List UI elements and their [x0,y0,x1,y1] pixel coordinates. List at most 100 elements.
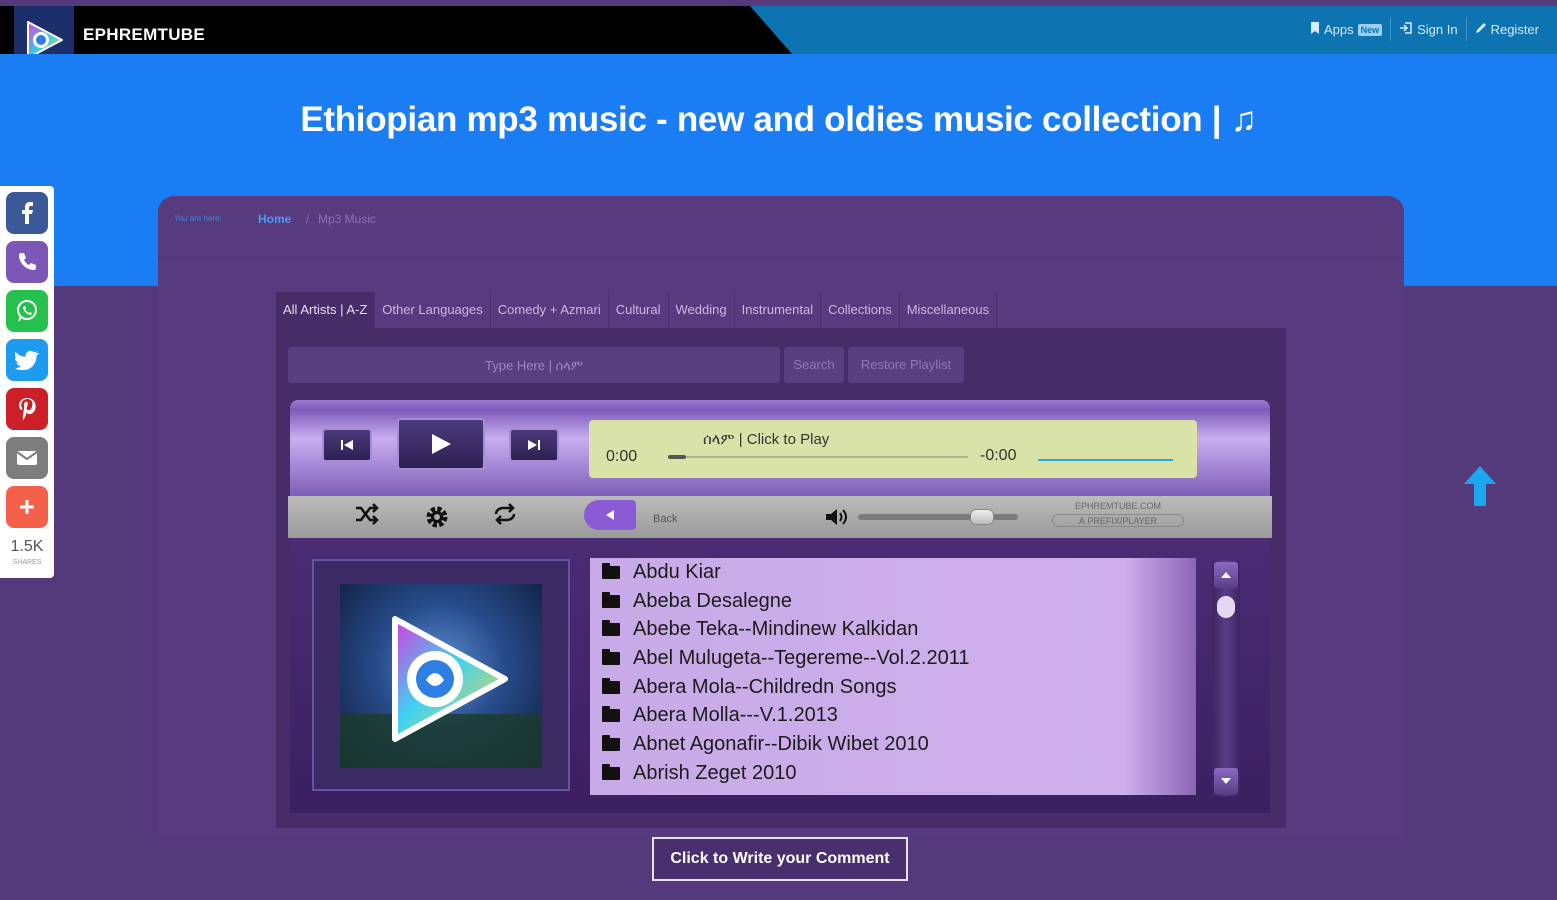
scroll-down-button[interactable] [1214,768,1238,794]
email-share-button[interactable] [6,437,48,479]
share-label: SHARES [12,559,42,566]
list-item[interactable]: Abebe Teka--Mindinew Kalkidan [590,615,1196,644]
nav-apps-label: Apps [1323,22,1354,37]
tab-comedy-azmari[interactable]: Comedy + Azmari [490,292,609,328]
top-navbar: EPHREMTUBE Apps New Sign In Register [0,6,1557,54]
now-playing-title[interactable]: ሰላም | Click to Play [703,431,829,448]
shuffle-icon [356,503,379,525]
tab-other-languages[interactable]: Other Languages [375,292,491,328]
list-item[interactable]: Abrish Zeget 2010 [590,759,1196,788]
list-item[interactable]: Abera Mola--Childredn Songs [590,673,1196,702]
skip-back-icon [341,440,353,450]
artist-name: Abrish Zeget 2010 [633,761,797,784]
speaker-icon [826,509,847,525]
tab-cultural[interactable]: Cultural [608,292,669,328]
share-count: 1.5K [10,538,44,555]
tab-instrumental[interactable]: Instrumental [734,292,822,328]
back-button[interactable] [584,500,636,530]
artist-list: Abdu Kiar Abeba Desalegne Abebe Teka--Mi… [590,558,1196,795]
settings-button[interactable] [422,503,452,538]
folder-icon [602,677,620,694]
breadcrumb-home-link[interactable]: Home [258,212,291,226]
tab-wedding[interactable]: Wedding [668,292,735,328]
folder-icon [602,648,620,665]
time-remaining: -0:00 [980,447,1017,464]
list-item[interactable]: Abel Mulugeta--Tegereme--Vol.2.2011 [590,644,1196,673]
volume-slider[interactable] [858,514,1018,520]
nav-signin-link[interactable]: Sign In [1390,18,1465,41]
list-item[interactable]: Abnet Agonafir--Dibik Wibet 2010 [590,730,1196,759]
viber-share-button[interactable] [6,241,48,283]
folder-icon [602,620,620,637]
tab-miscellaneous[interactable]: Miscellaneous [899,292,998,328]
seek-handle[interactable] [668,455,686,459]
page-title: Ethiopian mp3 music - new and oldies mus… [300,100,1257,139]
chevron-up-icon [1221,572,1231,578]
nav-signin-label: Sign In [1417,22,1458,37]
gear-icon [426,506,448,528]
facebook-share-button[interactable] [6,192,48,234]
volume-knob[interactable] [970,509,994,525]
plus-icon [20,500,34,514]
list-item[interactable]: Abdu Kiar [590,558,1196,587]
nav-register-label: Register [1490,22,1539,37]
previous-button[interactable] [322,428,372,462]
volume-button[interactable] [822,506,852,534]
seek-track[interactable] [668,456,968,458]
time-elapsed: 0:00 [606,448,638,465]
social-share-bar [0,186,54,578]
folder-icon [602,591,620,608]
category-tabs: All Artists | A-Z Other Languages Comedy… [276,292,998,328]
triangle-left-icon [606,510,614,520]
sign-in-icon [1399,22,1413,37]
artist-name: Abera Molla---V.1.2013 [633,704,838,727]
twitter-share-button[interactable] [6,339,48,381]
repeat-button[interactable] [490,503,520,532]
back-label: Back [653,513,678,525]
nav-apps-link[interactable]: Apps New [1302,18,1390,41]
search-button[interactable]: Search [784,347,844,383]
artist-name: Abdu Kiar [633,560,721,583]
artist-name: Abnet Agonafir--Dibik Wibet 2010 [633,732,929,755]
now-playing-display [589,420,1197,478]
pinterest-share-button[interactable] [6,388,48,430]
pencil-icon [1475,22,1487,37]
list-item[interactable]: Abera Molla---V.1.2013 [590,701,1196,730]
shuffle-button[interactable] [352,503,382,532]
album-art [340,584,542,768]
visualizer-line [1038,459,1173,461]
next-button[interactable] [509,428,559,462]
phone-icon [19,253,36,270]
artist-name: Abera Mola--Childredn Songs [633,675,897,698]
arrow-up-icon [1464,466,1496,506]
tab-collections[interactable]: Collections [821,292,900,328]
whatsapp-share-button[interactable] [6,290,48,332]
folder-icon [602,706,620,723]
pinterest-icon [19,398,36,421]
more-share-button[interactable] [6,486,48,528]
folder-icon [602,562,620,579]
site-tag: EPHREMTUBE.COM A.PREFIX/PLAYER [1052,500,1184,527]
folder-icon [602,734,620,751]
site-tag-sub: A.PREFIX/PLAYER [1052,514,1184,527]
restore-playlist-button[interactable]: Restore Playlist [848,347,964,383]
twitter-icon [15,350,39,370]
artist-name: Abel Mulugeta--Tegereme--Vol.2.2011 [633,646,970,669]
brand-name[interactable]: EPHREMTUBE [83,25,205,45]
search-input[interactable] [288,347,780,383]
scroll-thumb[interactable] [1217,596,1235,618]
play-button[interactable] [397,418,485,470]
artist-name: Abeba Desalegne [633,589,793,612]
new-badge: New [1357,23,1383,36]
breadcrumb-separator: / [306,212,310,226]
nav-register-link[interactable]: Register [1465,18,1547,41]
list-item[interactable]: Abeba Desalegne [590,587,1196,616]
top-nav-links: Apps New Sign In Register [1302,18,1547,41]
breadcrumb-current: Mp3 Music [318,212,377,226]
repeat-icon [494,503,516,525]
scroll-up-button[interactable] [1214,562,1238,588]
scroll-to-top-button[interactable] [1464,466,1496,506]
play-icon [432,434,451,454]
tab-all-artists[interactable]: All Artists | A-Z [276,292,376,328]
write-comment-button[interactable]: Click to Write your Comment [652,837,908,881]
